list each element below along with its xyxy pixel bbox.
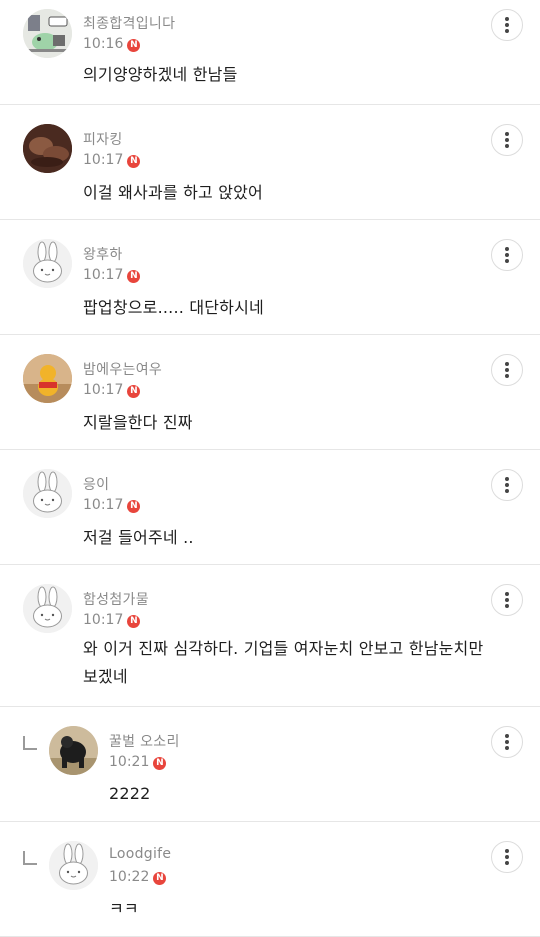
time-text: 10:17 [83,382,124,398]
avatar[interactable] [23,354,72,403]
more-options-button[interactable] [491,726,523,758]
comment-time: 10:22 N [109,869,167,885]
comment-item: 함성첨가물 10:17 N 와 이거 진짜 심각하다. 기업들 여자눈치 안보고 … [0,565,540,707]
more-options-button[interactable] [491,584,523,616]
author-name[interactable]: 꿀벌 오소리 [109,731,180,751]
comment-list: 최종합격입니다 10:16 N 의기양양하겠네 한남들 피자킹 10:17 N 이걸… [0,0,540,937]
more-options-button[interactable] [491,124,523,156]
new-badge: N [127,270,141,283]
new-badge: N [153,872,167,885]
comment-text: 2222 [109,784,151,803]
comment-text: 저걸 들어주네 .. [83,528,194,547]
comment-item: 밤에우는여우 10:17 N 지랄을한다 진짜 [0,335,540,450]
new-badge: N [127,615,141,628]
more-options-button[interactable] [491,9,523,41]
comment-text: ㅋㅋ [109,899,139,918]
comment-time: 10:16 N [83,36,141,52]
reply-arrow-icon [23,736,37,750]
new-badge: N [153,757,167,770]
more-options-button[interactable] [491,469,523,501]
avatar[interactable] [49,841,98,890]
avatar[interactable] [23,584,72,633]
new-badge: N [127,385,141,398]
author-name[interactable]: 밤에우는여우 [83,359,162,379]
comment-time: 10:17 N [83,612,141,628]
more-options-button[interactable] [491,354,523,386]
comment-text: 이걸 왜사과를 하고 앉았어 [83,183,263,202]
comment-item: 왕후하 10:17 N 팝업창으로..... 대단하시네 [0,220,540,335]
author-name[interactable]: 최종합격입니다 [83,13,175,33]
time-text: 10:21 [109,754,150,770]
author-name[interactable]: 피자킹 [83,129,123,149]
author-name[interactable]: 함성첨가물 [83,589,149,609]
more-options-button[interactable] [491,239,523,271]
time-text: 10:17 [83,267,124,283]
comment-time: 10:17 N [83,152,141,168]
reply-arrow-icon [23,851,37,865]
time-text: 10:16 [83,36,124,52]
new-badge: N [127,500,141,513]
comment-text: 팝업창으로..... 대단하시네 [83,298,264,317]
avatar[interactable] [49,726,98,775]
comment-text: 와 이거 진짜 심각하다. 기업들 여자눈치 안보고 한남눈치만 보겠네 [83,639,484,686]
comment-time: 10:17 N [83,382,141,398]
time-text: 10:17 [83,152,124,168]
new-badge: N [127,39,141,52]
comment-time: 10:21 N [109,754,167,770]
comment-item: 응이 10:17 N 저걸 들어주네 .. [0,450,540,565]
avatar[interactable] [23,9,72,58]
more-options-button[interactable] [491,841,523,873]
comment-item: 피자킹 10:17 N 이걸 왜사과를 하고 앉았어 [0,105,540,220]
author-name[interactable]: 왕후하 [83,244,123,264]
reply-item: 꿀벌 오소리 10:21 N 2222 [0,707,540,822]
time-text: 10:22 [109,869,150,885]
avatar[interactable] [23,124,72,173]
comment-text: 지랄을한다 진짜 [83,413,193,432]
comment-text: 의기양양하겠네 한남들 [83,65,238,84]
reply-item: Loodgife 10:22 N ㅋㅋ [0,822,540,937]
avatar[interactable] [23,469,72,518]
comment-time: 10:17 N [83,497,141,513]
comment-time: 10:17 N [83,267,141,283]
avatar[interactable] [23,239,72,288]
comment-item: 최종합격입니다 10:16 N 의기양양하겠네 한남들 [0,0,540,105]
new-badge: N [127,155,141,168]
author-name[interactable]: 응이 [83,474,109,494]
time-text: 10:17 [83,497,124,513]
author-name[interactable]: Loodgife [109,846,171,862]
time-text: 10:17 [83,612,124,628]
